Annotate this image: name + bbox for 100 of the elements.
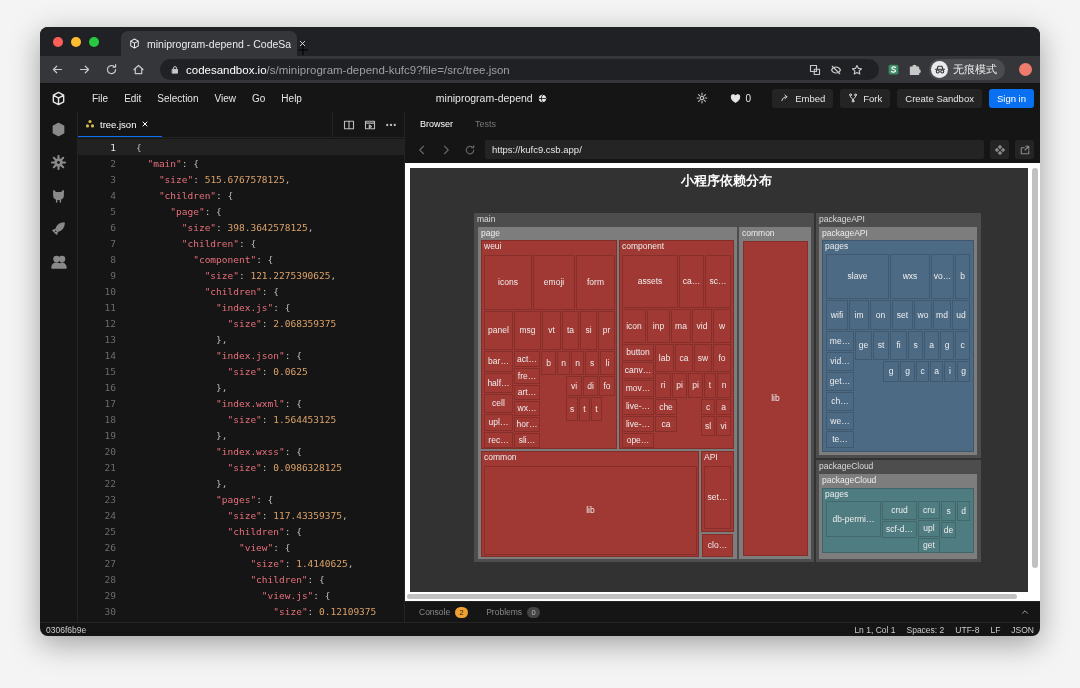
treemap-cell[interactable]: ch… — [826, 392, 854, 411]
treemap-cell[interactable]: w — [713, 309, 731, 343]
treemap-cell[interactable]: li — [600, 351, 615, 375]
open-external-button[interactable] — [1015, 140, 1034, 159]
treemap-group[interactable]: packageCloud pages db-permi… crud scf-d… cru upl get s d de — [819, 474, 977, 559]
treemap-cell[interactable]: fo — [599, 376, 615, 396]
status-item[interactable]: UTF-8 — [955, 624, 980, 635]
treemap-cell[interactable]: n — [557, 351, 570, 375]
treemap-cell[interactable]: n — [571, 351, 584, 375]
treemap-group[interactable]: pages slave wxs vo… b wifi im on set wo md ud me… vid… get… ch… we… te… ge st fi s a g c g g c a i g — [822, 240, 974, 452]
treemap-cell[interactable]: fre… — [514, 368, 540, 384]
treemap-cell[interactable]: assets — [622, 255, 678, 308]
header-button[interactable]: Sign in — [988, 88, 1034, 108]
treemap-cell[interactable]: lab — [655, 344, 674, 372]
treemap-cell[interactable]: wxs — [890, 254, 930, 299]
treemap-group[interactable]: packageAPI packageAPI pages slave wxs vo… b wifi im on set wo md ud me… vid… get… ch… we… te… ge st fi s a g c g g c a i g — [816, 213, 981, 458]
treemap-cell[interactable]: c — [916, 361, 929, 382]
treemap-cell[interactable]: s — [908, 331, 923, 360]
treemap-cell[interactable]: half… — [484, 373, 513, 393]
treemap-group[interactable]: weui icons emoji form panel msg vt ta si pr bar… half… cell upl… rec… act… fre… art… wx… hor… sli… b n n s li vi di fo s t t — [481, 240, 617, 449]
treemap-cell[interactable]: rec… — [484, 432, 513, 448]
treemap-cell[interactable]: act… — [514, 351, 540, 367]
treemap-group[interactable] — [478, 227, 737, 559]
treemap-cell[interactable]: ope… — [622, 433, 654, 448]
treemap-cell[interactable]: me… — [826, 331, 854, 351]
treemap-cell[interactable]: button — [622, 344, 654, 361]
treemap-cell[interactable]: pi — [688, 373, 703, 398]
treemap-cell[interactable]: d — [957, 501, 970, 521]
treemap-cell[interactable]: n — [717, 373, 731, 398]
treemap-cell[interactable]: ca — [655, 416, 677, 432]
treemap-cell[interactable]: vi — [566, 376, 582, 396]
treemap-cell[interactable]: de — [941, 522, 956, 538]
treemap-cell[interactable]: scf-d… — [882, 521, 917, 538]
treemap-cell[interactable]: icons — [484, 255, 532, 310]
header-button[interactable]: Create Sandbox — [897, 88, 982, 108]
header-button[interactable]: Fork — [840, 88, 891, 108]
treemap-cell[interactable]: s — [585, 351, 599, 375]
treemap-cell[interactable]: a — [924, 331, 939, 360]
treemap-cell[interactable]: a — [716, 399, 731, 415]
treemap-cell[interactable]: vid… — [826, 352, 854, 371]
menu-item[interactable]: Go — [244, 90, 274, 106]
treemap-cell[interactable]: ma — [671, 309, 691, 343]
treemap-cell[interactable]: b — [541, 351, 556, 375]
treemap-cell[interactable]: im — [849, 300, 869, 330]
treemap-cell[interactable]: cru — [918, 501, 940, 519]
treemap-cell[interactable]: wifi — [826, 300, 848, 330]
status-item[interactable]: LF — [990, 624, 1001, 635]
treemap-cell[interactable]: form — [576, 255, 615, 310]
treemap-cell[interactable]: upl — [918, 520, 940, 537]
treemap-cell[interactable]: si — [580, 311, 597, 350]
treemap-cell[interactable]: fi — [890, 331, 907, 360]
close-window-button[interactable] — [53, 36, 63, 47]
treemap-cell[interactable]: inp — [647, 309, 670, 343]
treemap-cell[interactable]: pr — [598, 311, 615, 350]
treemap-cell[interactable]: sli… — [514, 433, 540, 448]
minimize-window-button[interactable] — [71, 36, 81, 47]
treemap-cell[interactable]: ca… — [679, 255, 704, 308]
preview-tab[interactable]: Tests — [464, 115, 508, 133]
treemap-cell[interactable]: art… — [514, 385, 540, 400]
like-button[interactable]: 0 — [723, 91, 758, 105]
treemap-cell[interactable]: s — [941, 501, 956, 521]
status-item[interactable]: Spaces: 2 — [906, 624, 945, 635]
menu-item[interactable]: Help — [273, 90, 310, 106]
treemap-cell[interactable]: che — [655, 399, 677, 415]
treemap-cell[interactable]: ri — [655, 373, 671, 398]
treemap-cell[interactable]: db-permi… — [826, 501, 881, 537]
treemap-cell[interactable]: sl — [701, 416, 715, 436]
treemap-cell[interactable]: vt — [542, 311, 561, 350]
treemap-cell[interactable]: mov… — [622, 380, 654, 397]
treemap-cell[interactable]: crud — [882, 501, 917, 520]
treemap-group[interactable]: common lib — [739, 227, 811, 559]
treemap-cell[interactable]: pi — [672, 373, 687, 398]
treemap-cell[interactable]: get… — [826, 372, 854, 391]
treemap-cell[interactable]: c — [955, 331, 970, 360]
url-field[interactable]: https://kufc9.csb.app/ — [485, 140, 984, 159]
scrollbar-thumb[interactable] — [407, 594, 1017, 599]
treemap-cell[interactable]: a — [930, 361, 943, 382]
update-dot-icon[interactable] — [1019, 63, 1032, 76]
treemap-cell[interactable]: bar… — [484, 351, 513, 372]
treemap-cell[interactable]: vid — [692, 309, 712, 343]
header-button[interactable]: Embed — [772, 88, 834, 108]
treemap-cell[interactable]: vi — [716, 416, 731, 436]
treemap-cell[interactable]: g — [883, 361, 899, 382]
treemap-group[interactable]: component assets ca… sc… icon inp ma vid w button canv… mov… live-… live-… ope… lab ca sw fo ri pi pi t n che ca c a sl vi — [619, 240, 734, 449]
status-item[interactable]: Ln 1, Col 1 — [854, 624, 896, 635]
treemap-cell[interactable]: c — [701, 399, 715, 415]
treemap-cell[interactable]: msg — [514, 311, 541, 350]
preview-tab[interactable]: Browser — [409, 115, 464, 133]
treemap-cell[interactable]: b — [955, 254, 970, 299]
treemap-cell[interactable]: ge — [855, 331, 872, 360]
treemap-cell[interactable]: upl… — [484, 414, 513, 431]
scrollbar-thumb[interactable] — [1032, 168, 1038, 568]
treemap-group[interactable]: packageCloud packageCloud pages db-permi… crud scf-d… cru upl get s d de — [816, 460, 981, 562]
treemap-cell[interactable]: i — [944, 361, 956, 382]
treemap-cell[interactable]: sc… — [705, 255, 731, 308]
menu-item[interactable]: Selection — [149, 90, 207, 106]
treemap-group[interactable]: packageAPI pages slave wxs vo… b wifi im on set wo md ud me… vid… get… ch… we… te… ge st fi s a g c g g c a i g — [819, 227, 977, 455]
treemap-cell[interactable]: we… — [826, 412, 854, 430]
treemap-group[interactable]: pages db-permi… crud scf-d… cru upl get s d de — [822, 488, 974, 553]
treemap-cell[interactable]: clo… — [702, 534, 733, 557]
